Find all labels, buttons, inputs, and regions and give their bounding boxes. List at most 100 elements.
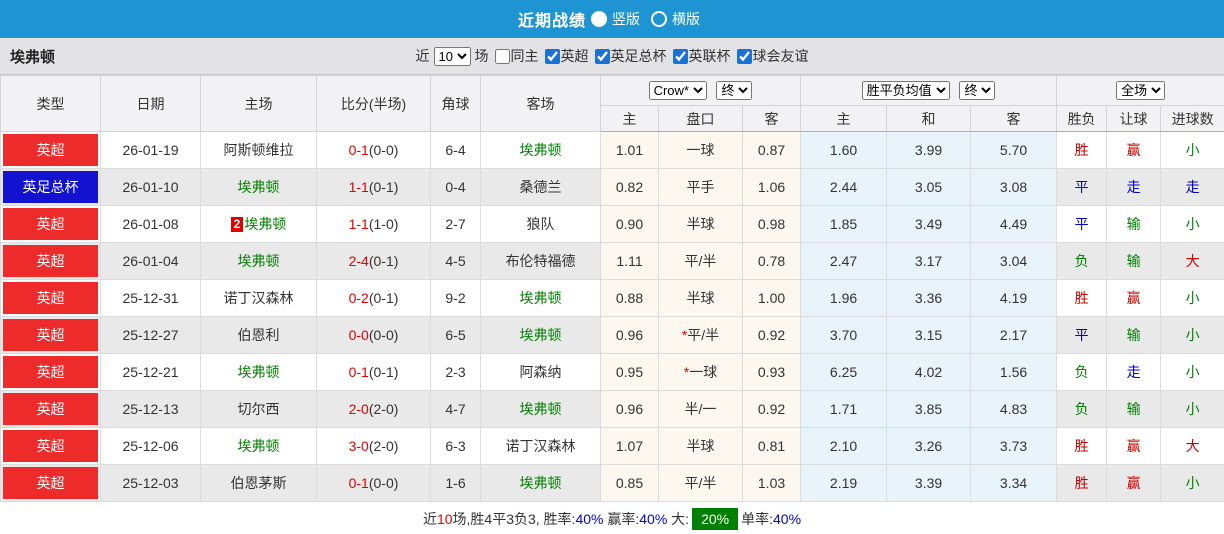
league-label-facup[interactable]: 英足总杯: [611, 46, 667, 66]
avg-home-cell: 2.47: [800, 242, 888, 280]
league-checkbox-friendly[interactable]: [736, 48, 752, 64]
home-cell: 切尔西: [200, 390, 317, 428]
unit-label: 场: [474, 48, 489, 64]
horizontal-layout-radio[interactable]: [651, 11, 667, 27]
league-badge: 英超: [3, 467, 98, 499]
avg-home-cell: 1.85: [800, 205, 888, 243]
panel-title: 近期战绩: [517, 13, 586, 30]
halftime-score: (0-1): [368, 179, 399, 195]
corner-cell: 4-7: [430, 390, 481, 428]
winlose-result-cell: 平: [1056, 205, 1108, 243]
league-checkbox-eflcup[interactable]: [672, 48, 688, 64]
vertical-layout-radio[interactable]: [591, 11, 607, 27]
goals-result-cell: 小: [1160, 464, 1224, 502]
league-badge: 英超: [3, 282, 98, 314]
away-cell: 埃弗顿: [480, 131, 601, 169]
avg-away-cell: 3.34: [970, 464, 1058, 502]
near-label: 近: [415, 48, 430, 64]
subheader-odds-home: 主: [600, 105, 659, 132]
table-row: 英超 26-01-19 阿斯顿维拉 0-1(0-0) 6-4 埃弗顿 1.01 一球 0.87 1…: [0, 131, 1224, 169]
league-label-friendly[interactable]: 球会友谊: [753, 46, 809, 66]
away-team-name: 桑德兰: [519, 179, 562, 195]
odds-away-cell: 0.87: [741, 131, 802, 169]
avg-away-cell: 4.19: [970, 279, 1058, 317]
goals-result-cell: 小: [1160, 390, 1224, 428]
avg-away-cell: 2.17: [970, 316, 1058, 354]
same-home-checkbox[interactable]: [494, 48, 510, 64]
odds-away-cell: 0.81: [741, 427, 802, 465]
winlose-result-cell: 胜: [1056, 279, 1108, 317]
odds-company-select[interactable]: Crow*: [648, 81, 707, 100]
winlose-result-cell: 负: [1056, 353, 1108, 391]
subheader-avg-away: 客: [970, 105, 1058, 132]
result-scope-select[interactable]: 全场: [1116, 81, 1166, 100]
subheader-avg-home: 主: [800, 105, 888, 132]
corner-cell: 9-2: [430, 279, 481, 317]
same-home-label[interactable]: 同主: [511, 46, 539, 66]
filter-bar: 埃弗顿 近 10 场 同主 英超 英足总杯 英联杯 球会友谊: [0, 38, 1224, 75]
table-row: 英超 25-12-03 伯恩茅斯 0-1(0-0) 1-6 埃弗顿 0.85 平/半 1.03 2…: [0, 464, 1224, 502]
fulltime-score: 1-1: [348, 216, 369, 232]
away-team-name: 埃弗顿: [519, 475, 562, 491]
score-cell: 0-1(0-0): [316, 131, 431, 169]
match-count-select[interactable]: 10: [433, 46, 471, 66]
avg-away-cell: 4.83: [970, 390, 1058, 428]
subheader-goals: 进球数: [1160, 105, 1224, 132]
halftime-score: (0-1): [368, 290, 399, 306]
table-row: 英超 26-01-04 埃弗顿 2-4(0-1) 4-5 布伦特福德 1.11 平/半 0.78…: [0, 242, 1224, 280]
avg-type-select[interactable]: 胜平负均值: [861, 81, 950, 100]
home-team-name: 埃弗顿: [237, 179, 280, 195]
corner-cell: 6-4: [430, 131, 481, 169]
league-badge: 英超: [3, 356, 98, 388]
handicap-cell: 半/一: [658, 390, 743, 428]
score-cell: 0-1(0-1): [316, 353, 431, 391]
handicap-result-cell: 走: [1106, 353, 1162, 391]
odds-home-cell: 1.01: [600, 131, 659, 169]
handicap-cell: *平/半: [658, 316, 743, 354]
fulltime-score: 0-1: [348, 475, 369, 491]
goals-result-cell: 小: [1160, 131, 1224, 169]
home-team-name: 埃弗顿: [237, 364, 280, 380]
odds-final-select[interactable]: 终: [716, 81, 753, 100]
match-table: 类型 日期 主场 比分(半场) 角球 客场 Crow* 终 胜平负均值 终 全场: [0, 75, 1224, 502]
avg-away-cell: 3.04: [970, 242, 1058, 280]
summary-segment: 单率:: [741, 510, 773, 527]
away-team-name: 诺丁汉森林: [505, 438, 576, 454]
odds-away-cell: 1.06: [741, 168, 802, 206]
col-header-score: 比分(半场): [316, 75, 431, 132]
halftime-score: (0-0): [368, 327, 399, 343]
avg-draw-cell: 3.36: [886, 279, 972, 317]
league-cell: 英超: [0, 242, 101, 280]
league-label-premier[interactable]: 英超: [561, 46, 589, 66]
home-cell: 埃弗顿: [200, 353, 317, 391]
league-label-eflcup[interactable]: 英联杯: [689, 46, 731, 66]
league-cell: 英超: [0, 427, 101, 465]
league-badge: 英足总杯: [3, 171, 98, 203]
avg-final-select[interactable]: 终: [959, 81, 996, 100]
odds-home-cell: 1.07: [600, 427, 659, 465]
avg-draw-cell: 3.15: [886, 316, 972, 354]
odds-away-cell: 1.03: [741, 464, 802, 502]
home-team-name: 埃弗顿: [244, 216, 287, 232]
league-badge: 英超: [3, 245, 98, 277]
horizontal-layout-label[interactable]: 横版: [672, 9, 700, 29]
summary-segment: 40%: [575, 510, 604, 527]
avg-away-cell: 3.73: [970, 427, 1058, 465]
league-cell: 英超: [0, 464, 101, 502]
league-checkbox-premier[interactable]: [544, 48, 560, 64]
vertical-layout-label[interactable]: 竖版: [612, 9, 640, 29]
league-cell: 英足总杯: [0, 168, 101, 206]
home-cell: 伯恩茅斯: [200, 464, 317, 502]
match-table-body: 英超 26-01-19 阿斯顿维拉 0-1(0-0) 6-4 埃弗顿 1.01 一球 0.87 1…: [0, 131, 1224, 502]
home-team-name: 伯恩茅斯: [230, 475, 287, 491]
subheader-winlose: 胜负: [1056, 105, 1108, 132]
league-checkbox-facup[interactable]: [594, 48, 610, 64]
league-badge: 英超: [3, 208, 98, 240]
result-group-header: 全场: [1056, 75, 1224, 106]
avg-draw-cell: 3.26: [886, 427, 972, 465]
date-cell: 25-12-31: [100, 279, 201, 317]
fulltime-score: 0-2: [348, 290, 369, 306]
away-cell: 埃弗顿: [480, 316, 601, 354]
avg-home-cell: 1.71: [800, 390, 888, 428]
league-badge: 英超: [3, 319, 98, 351]
